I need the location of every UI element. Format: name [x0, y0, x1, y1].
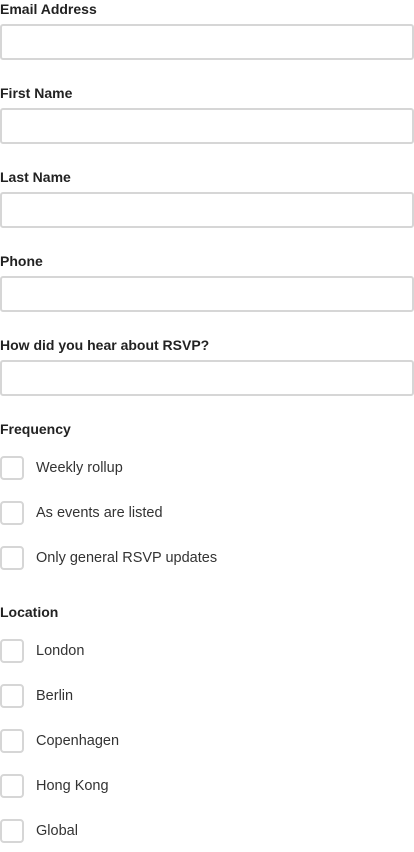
location-option-label: Copenhagen	[36, 732, 120, 749]
frequency-option-weekly-rollup[interactable]: Weekly rollup	[0, 456, 123, 480]
location-option-label: London	[36, 642, 85, 659]
location-option-hong-kong[interactable]: Hong Kong	[0, 774, 109, 798]
location-checkbox-london[interactable]	[0, 639, 24, 663]
last-name-label: Last Name	[0, 169, 71, 185]
location-checkbox-hong-kong[interactable]	[0, 774, 24, 798]
location-option-berlin[interactable]: Berlin	[0, 684, 73, 708]
location-option-global[interactable]: Global	[0, 819, 78, 843]
frequency-option-label: Only general RSVP updates	[36, 549, 218, 566]
email-address-input[interactable]	[0, 24, 414, 60]
frequency-checkbox-as-events-listed[interactable]	[0, 501, 24, 525]
location-option-label: Global	[36, 822, 78, 839]
frequency-checkbox-general-updates[interactable]	[0, 546, 24, 570]
frequency-option-as-events-listed[interactable]: As events are listed	[0, 501, 163, 525]
location-option-copenhagen[interactable]: Copenhagen	[0, 729, 119, 753]
location-checkbox-global[interactable]	[0, 819, 24, 843]
referral-source-input[interactable]	[0, 360, 414, 396]
phone-input[interactable]	[0, 276, 414, 312]
frequency-option-label: Weekly rollup	[36, 459, 123, 476]
location-checkbox-copenhagen[interactable]	[0, 729, 24, 753]
last-name-input[interactable]	[0, 192, 414, 228]
location-option-label: Berlin	[36, 687, 74, 704]
frequency-option-label: As events are listed	[36, 504, 163, 521]
email-address-label: Email Address	[0, 1, 97, 17]
first-name-label: First Name	[0, 85, 73, 101]
first-name-input[interactable]	[0, 108, 414, 144]
frequency-checkbox-weekly-rollup[interactable]	[0, 456, 24, 480]
phone-label: Phone	[0, 253, 43, 269]
frequency-option-general-updates[interactable]: Only general RSVP updates	[0, 546, 217, 570]
location-label: Location	[0, 604, 59, 620]
location-option-london[interactable]: London	[0, 639, 84, 663]
referral-source-label: How did you hear about RSVP?	[0, 337, 210, 353]
location-checkbox-berlin[interactable]	[0, 684, 24, 708]
frequency-label: Frequency	[0, 421, 71, 437]
location-option-label: Hong Kong	[36, 777, 109, 794]
